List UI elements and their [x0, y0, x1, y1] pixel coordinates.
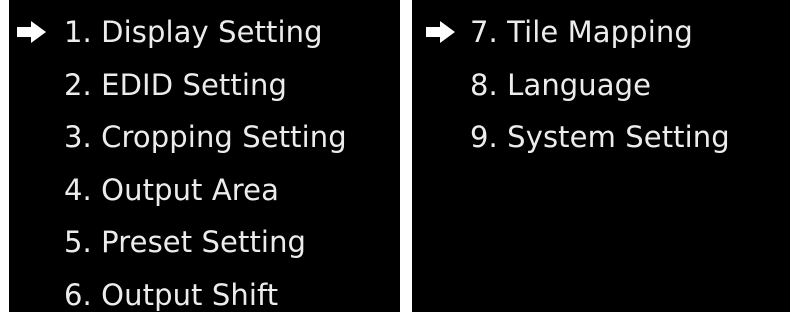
menu-item-label: 7. Tile Mapping [470, 15, 693, 50]
menu-item-preset-setting[interactable]: 5. Preset Setting [9, 216, 400, 269]
menu-item-label: 5. Preset Setting [64, 225, 307, 260]
menu-screen-page-1: 1. Display Setting 2. EDID Setting 3. Cr… [9, 0, 400, 312]
menu-item-label: 8. Language [470, 67, 652, 102]
menu-item-display-setting[interactable]: 1. Display Setting [9, 6, 400, 59]
menu-list-page-1: 1. Display Setting 2. EDID Setting 3. Cr… [9, 6, 400, 312]
menu-item-label: 9. System Setting [470, 120, 730, 155]
menu-item-language[interactable]: 8. Language [412, 59, 790, 112]
menu-screen-page-2: 7. Tile Mapping 8. Language 9. System Se… [412, 0, 790, 312]
menu-list-page-2: 7. Tile Mapping 8. Language 9. System Se… [412, 6, 790, 164]
arrow-right-icon [17, 21, 46, 44]
menu-item-cropping-setting[interactable]: 3. Cropping Setting [9, 111, 400, 164]
menu-item-label: 3. Cropping Setting [64, 120, 347, 155]
arrow-right-icon [426, 21, 455, 44]
menu-item-tile-mapping[interactable]: 7. Tile Mapping [412, 6, 790, 59]
menu-item-label: 4. Output Area [64, 172, 279, 207]
menu-item-label: 2. EDID Setting [64, 67, 287, 102]
menu-item-label: 1. Display Setting [64, 15, 323, 50]
menu-item-edid-setting[interactable]: 2. EDID Setting [9, 59, 400, 112]
menu-item-output-shift[interactable]: 6. Output Shift [9, 269, 400, 312]
menu-item-label: 6. Output Shift [64, 277, 279, 312]
menu-item-output-area[interactable]: 4. Output Area [9, 164, 400, 217]
menu-item-system-setting[interactable]: 9. System Setting [412, 111, 790, 164]
